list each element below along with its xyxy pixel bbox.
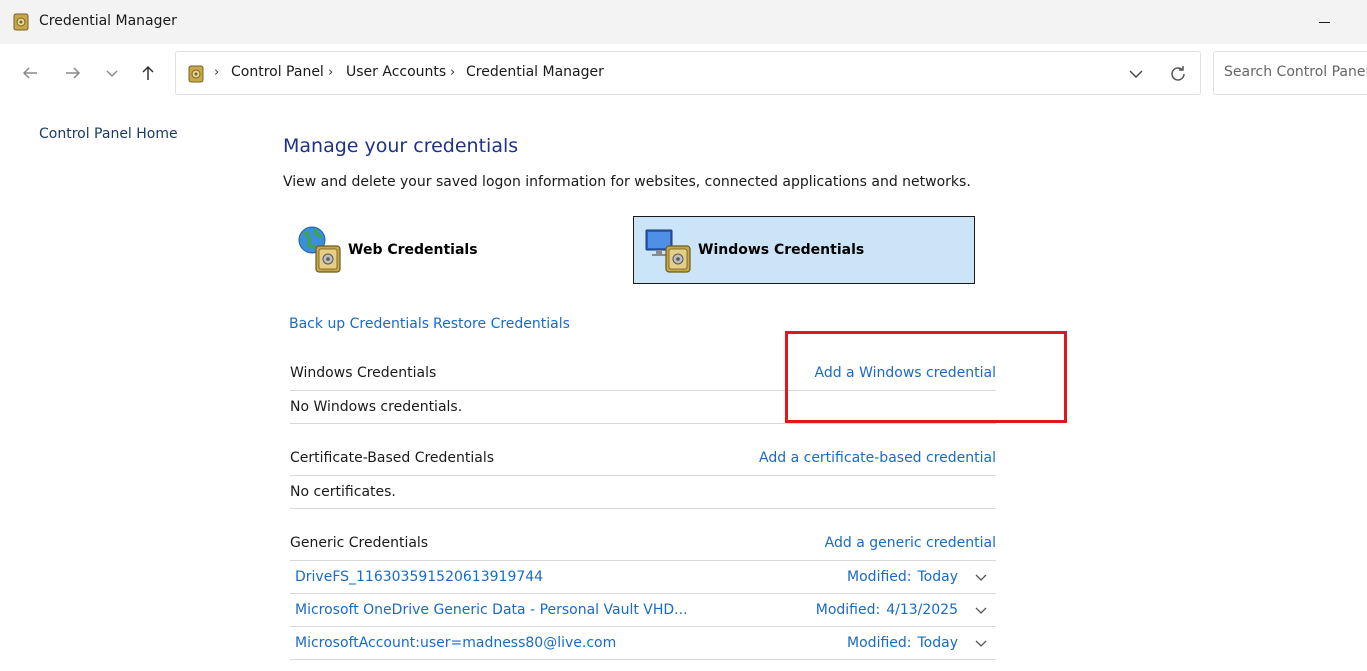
breadcrumb-control-panel[interactable]: Control Panel <box>231 64 324 80</box>
web-credentials-tile[interactable]: Web Credentials <box>292 216 622 284</box>
search-input[interactable] <box>1224 64 1367 80</box>
credential-name: DriveFS_116303591520613919744 <box>295 569 544 585</box>
credential-row[interactable]: Microsoft OneDrive Generic Data - Person… <box>290 594 996 627</box>
control-panel-home-link[interactable]: Control Panel Home <box>39 126 178 142</box>
credential-name: Microsoft OneDrive Generic Data - Person… <box>295 602 688 618</box>
credential-row[interactable]: DriveFS_116303591520613919744 Modified: T… <box>290 561 996 594</box>
minimize-button[interactable] <box>1304 4 1344 40</box>
back-arrow-icon <box>22 67 37 79</box>
credential-row[interactable]: MicrosoftAccount:user=madness80@live.com… <box>290 627 996 660</box>
windows-credentials-tile[interactable]: Windows Credentials <box>633 216 975 284</box>
recent-locations-button[interactable] <box>99 59 125 87</box>
restore-credentials-link[interactable]: Restore Credentials <box>433 316 570 332</box>
add-certificate-credential-link[interactable]: Add a certificate-based credential <box>759 450 996 466</box>
breadcrumb-chevron-icon: › <box>328 65 334 80</box>
search-box[interactable] <box>1213 51 1367 95</box>
windows-credentials-section-header: Windows Credentials Add a Windows creden… <box>290 357 996 391</box>
modified-date: Today <box>917 635 959 651</box>
credential-modified: Modified: 4/13/2025 <box>816 602 958 618</box>
web-credentials-label: Web Credentials <box>348 242 478 258</box>
modified-date: 4/13/2025 <box>886 602 958 618</box>
breadcrumb-credential-manager[interactable]: Credential Manager <box>466 64 604 80</box>
breadcrumb-chevron-icon: › <box>450 65 456 80</box>
modified-date: Today <box>917 569 959 585</box>
vault-icon <box>13 13 29 31</box>
minimize-icon <box>1318 21 1330 23</box>
up-button[interactable] <box>135 59 161 87</box>
page-description: View and delete your saved logon informa… <box>283 174 971 190</box>
modified-label: Modified: <box>815 602 881 618</box>
generic-credentials-section-header: Generic Credentials Add a generic creden… <box>290 527 996 561</box>
empty-message: No certificates. <box>290 484 396 500</box>
refresh-icon[interactable] <box>1166 62 1190 86</box>
windows-credentials-label: Windows Credentials <box>698 242 865 258</box>
expand-chevron-icon[interactable] <box>974 604 988 618</box>
globe-vault-icon <box>298 226 341 273</box>
title-bar: Credential Manager <box>0 0 1367 44</box>
credential-name: MicrosoftAccount:user=madness80@live.com <box>295 635 617 651</box>
dropdown-chevron-icon[interactable] <box>1126 64 1146 84</box>
vault-icon <box>188 65 204 83</box>
monitor-vault-icon <box>645 229 691 273</box>
section-title: Generic Credentials <box>290 535 429 551</box>
credential-modified: Modified: Today <box>847 569 958 585</box>
certificate-credentials-empty: No certificates. <box>290 476 996 509</box>
recent-chevron-icon <box>106 70 118 77</box>
forward-button[interactable] <box>60 59 86 87</box>
section-title: Certificate-Based Credentials <box>290 450 495 466</box>
modified-label: Modified: <box>847 635 912 651</box>
address-bar[interactable]: › Control Panel › User Accounts › Creden… <box>175 51 1201 95</box>
modified-label: Modified: <box>847 569 912 585</box>
breadcrumb-user-accounts[interactable]: User Accounts <box>346 64 446 80</box>
forward-arrow-icon <box>66 67 81 79</box>
section-title: Windows Credentials <box>290 365 437 381</box>
add-windows-credential-link[interactable]: Add a Windows credential <box>814 365 996 381</box>
expand-chevron-icon[interactable] <box>974 637 988 651</box>
windows-credentials-empty: No Windows credentials. <box>290 391 996 424</box>
expand-chevron-icon[interactable] <box>974 571 988 585</box>
page-title: Manage your credentials <box>283 135 519 157</box>
navigation-bar: › Control Panel › User Accounts › Creden… <box>0 44 1367 102</box>
up-arrow-icon <box>142 65 154 80</box>
empty-message: No Windows credentials. <box>290 399 463 415</box>
backup-credentials-link[interactable]: Back up Credentials <box>289 316 429 332</box>
credential-modified: Modified: Today <box>847 635 958 651</box>
certificate-credentials-section-header: Certificate-Based Credentials Add a cert… <box>290 442 996 476</box>
window-title: Credential Manager <box>39 13 177 29</box>
add-generic-credential-link[interactable]: Add a generic credential <box>825 535 996 551</box>
back-button[interactable] <box>17 59 43 87</box>
breadcrumb-chevron-icon: › <box>214 65 220 80</box>
